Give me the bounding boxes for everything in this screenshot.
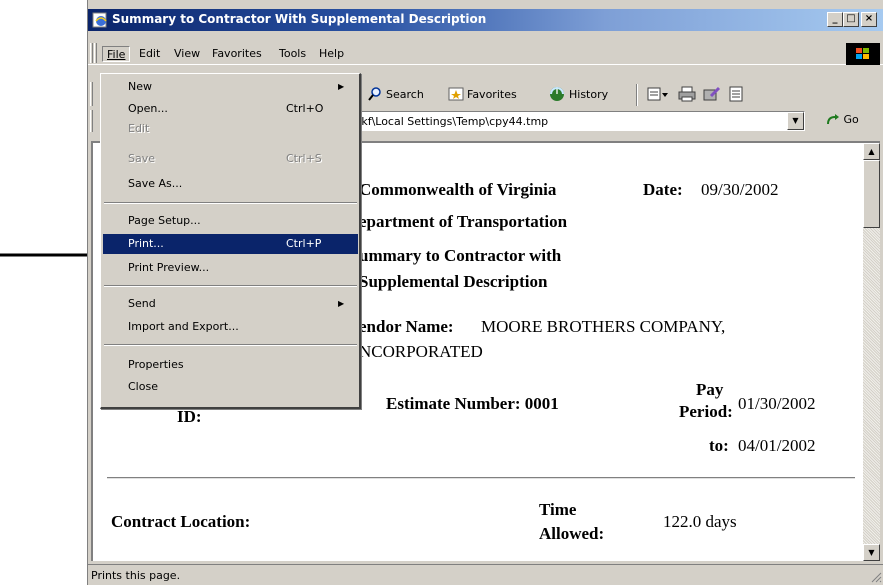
menu-view[interactable]: View xyxy=(170,46,204,62)
history-button[interactable]: History xyxy=(548,86,608,102)
submenu-arrow-icon: ▶ xyxy=(338,82,345,91)
edit-button[interactable] xyxy=(703,86,721,102)
pay-label-line1: Pay xyxy=(696,380,724,399)
favorites-button[interactable]: Favorites xyxy=(448,86,517,102)
favorites-icon xyxy=(448,87,464,101)
menu-help[interactable]: Help xyxy=(315,46,348,62)
chevron-down-icon: ▼ xyxy=(792,116,799,125)
title-bar[interactable]: Summary to Contractor With Supplemental … xyxy=(88,9,883,31)
to-label: to: xyxy=(709,436,729,455)
toolbar-grip[interactable] xyxy=(90,82,93,106)
search-icon xyxy=(368,87,381,101)
file-menu-save-as[interactable]: Save As... xyxy=(103,174,358,194)
menu-separator xyxy=(104,202,357,204)
history-icon xyxy=(550,87,564,101)
menu-bar: File Edit View Favorites Tools Help xyxy=(88,41,883,65)
pay-period-from: 01/30/2002 xyxy=(738,394,816,413)
menu-file[interactable]: File xyxy=(102,46,131,62)
printer-icon xyxy=(678,86,696,102)
file-menu-dropdown: New ▶ Open... Ctrl+O Edit Save Ctrl+S Sa… xyxy=(100,73,361,409)
arrow-up-icon: ▲ xyxy=(868,147,875,156)
file-menu-close[interactable]: Close xyxy=(103,377,358,397)
menu-separator xyxy=(104,344,357,346)
date-value: 09/30/2002 xyxy=(701,180,779,199)
search-button[interactable]: Search xyxy=(367,86,424,102)
menu-tools[interactable]: Tools xyxy=(275,46,310,62)
mail-icon xyxy=(647,87,668,101)
org-name: Commonwealth of Virginia xyxy=(359,180,557,199)
vendor-value-line2: NCORPORATED xyxy=(359,342,483,361)
vertical-scrollbar[interactable]: ▲ ▼ xyxy=(863,141,880,561)
go-arrow-icon xyxy=(827,114,839,125)
window-title: Summary to Contractor With Supplemental … xyxy=(112,12,487,26)
minimize-icon: _ xyxy=(832,13,838,24)
discuss-icon xyxy=(729,86,743,102)
resize-grip-icon[interactable] xyxy=(870,571,882,583)
status-bar: Prints this page. xyxy=(88,564,883,585)
toolbar-separator xyxy=(636,84,638,106)
ie-document-icon xyxy=(92,12,107,28)
file-menu-print[interactable]: Print... Ctrl+P xyxy=(103,234,358,254)
date-label: Date: xyxy=(643,180,683,199)
submenu-arrow-icon: ▶ xyxy=(338,299,345,308)
menu-separator xyxy=(104,285,357,287)
minimize-button[interactable]: _ xyxy=(827,12,843,27)
time-allowed-label-line1: Time xyxy=(539,500,577,519)
edit-icon xyxy=(703,86,721,101)
file-menu-print-preview[interactable]: Print Preview... xyxy=(103,258,358,278)
menu-edit[interactable]: Edit xyxy=(135,46,164,62)
menubar-grip[interactable] xyxy=(90,43,93,63)
arrow-down-icon: ▼ xyxy=(868,548,875,557)
scroll-thumb[interactable] xyxy=(863,160,880,228)
document-title-line2: Supplemental Description xyxy=(359,272,548,291)
file-menu-open[interactable]: Open... Ctrl+O xyxy=(103,99,358,119)
file-menu-page-setup[interactable]: Page Setup... xyxy=(103,211,358,231)
scroll-down-button[interactable]: ▼ xyxy=(863,544,880,561)
print-button[interactable] xyxy=(678,86,696,102)
id-label: ID: xyxy=(177,407,202,426)
addressbar-grip[interactable] xyxy=(90,110,93,132)
scroll-up-button[interactable]: ▲ xyxy=(863,143,880,160)
time-allowed-value: 122.0 days xyxy=(663,512,737,531)
time-allowed-label-line2: Allowed: xyxy=(539,524,605,543)
mail-button[interactable] xyxy=(647,86,669,102)
file-menu-edit: Edit xyxy=(128,122,150,135)
close-icon: × xyxy=(864,13,874,24)
vendor-value-line1: MOORE BROTHERS COMPANY, xyxy=(481,317,726,336)
discuss-button[interactable] xyxy=(728,86,744,102)
file-menu-send[interactable]: Send ▶ xyxy=(103,294,358,314)
menubar-grip-2[interactable] xyxy=(94,43,97,63)
maximize-button[interactable]: □ xyxy=(843,12,859,27)
menu-favorites[interactable]: Favorites xyxy=(208,46,266,62)
section-divider xyxy=(107,477,855,479)
document-title-line1: ummary to Contractor with xyxy=(359,246,562,265)
file-menu-new[interactable]: New ▶ xyxy=(103,77,358,97)
go-button[interactable]: Go xyxy=(826,113,859,126)
status-text: Prints this page. xyxy=(91,569,181,582)
contract-location-label: Contract Location: xyxy=(111,512,251,531)
file-menu-properties[interactable]: Properties xyxy=(103,355,358,375)
pay-label-line2: Period: xyxy=(679,402,733,421)
address-dropdown-button[interactable]: ▼ xyxy=(787,112,804,130)
ie-logo xyxy=(846,43,880,65)
file-menu-import-export[interactable]: Import and Export... xyxy=(103,317,358,337)
windows-flag-icon xyxy=(856,48,869,59)
estimate-number: Estimate Number: 0001 xyxy=(386,394,559,413)
vendor-label: endor Name: xyxy=(359,317,454,336)
close-button[interactable]: × xyxy=(861,12,877,27)
pay-period-to: 04/01/2002 xyxy=(738,436,816,455)
file-menu-save: Save Ctrl+S xyxy=(128,152,322,165)
department-name: epartment of Transportation xyxy=(359,212,568,231)
maximize-icon: □ xyxy=(846,13,856,24)
